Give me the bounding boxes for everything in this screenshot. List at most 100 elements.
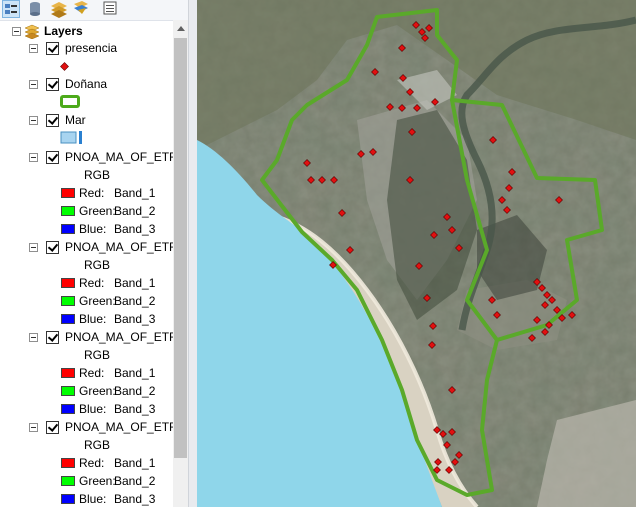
band-channel: Green: bbox=[79, 294, 116, 308]
renderer-label: RGB bbox=[84, 438, 111, 452]
band-row: Blue: Band_3 bbox=[0, 490, 173, 507]
visibility-checkbox[interactable] bbox=[46, 151, 59, 164]
visibility-checkbox[interactable] bbox=[46, 241, 59, 254]
band-channel: Green: bbox=[79, 474, 116, 488]
layer-donana[interactable]: Doñana bbox=[0, 75, 173, 93]
band-color-swatch bbox=[61, 368, 75, 378]
layer-label: PNOA_MA_OF_ETRS bbox=[65, 330, 186, 344]
layer-label: PNOA_MA_OF_ETRS bbox=[65, 420, 186, 434]
light-blue-fill-icon bbox=[60, 131, 82, 144]
list-by-selection-icon[interactable] bbox=[72, 0, 90, 18]
band-name: Band_1 bbox=[114, 366, 156, 380]
band-row: Blue: Band_3 bbox=[0, 220, 173, 238]
band-color-swatch bbox=[61, 494, 75, 504]
satellite-map-canvas bbox=[197, 0, 636, 507]
layer-label: Mar bbox=[65, 113, 86, 127]
layers-root-label: Layers bbox=[44, 24, 83, 38]
toc-toolbar bbox=[0, 0, 196, 21]
band-name: Band_2 bbox=[114, 204, 156, 218]
band-name: Band_3 bbox=[114, 492, 156, 506]
layer-label: PNOA_MA_OF_ETRS bbox=[65, 240, 186, 254]
options-icon[interactable] bbox=[102, 0, 120, 18]
band-channel: Blue: bbox=[79, 402, 107, 416]
scroll-up-arrow-icon[interactable] bbox=[173, 20, 188, 37]
red-diamond-icon bbox=[60, 62, 69, 71]
band-name: Band_3 bbox=[114, 402, 156, 416]
band-row: Blue: Band_3 bbox=[0, 310, 173, 328]
band-row: Green: Band_2 bbox=[0, 472, 173, 490]
band-color-swatch bbox=[61, 458, 75, 468]
layer-pnoa-2[interactable]: PNOA_MA_OF_ETRS bbox=[0, 238, 186, 256]
layer-presencia[interactable]: presencia bbox=[0, 39, 173, 57]
band-color-swatch bbox=[61, 224, 75, 234]
list-by-drawing-order-icon[interactable] bbox=[2, 0, 20, 18]
band-color-swatch bbox=[61, 278, 75, 288]
list-by-visibility-icon[interactable] bbox=[50, 0, 68, 18]
renderer-label-row: RGB bbox=[0, 256, 173, 274]
band-channel: Blue: bbox=[79, 492, 107, 506]
layer-mar[interactable]: Mar bbox=[0, 111, 173, 129]
band-channel: Red: bbox=[79, 276, 105, 290]
collapse-icon[interactable] bbox=[29, 423, 38, 432]
band-channel: Red: bbox=[79, 456, 105, 470]
visibility-checkbox[interactable] bbox=[46, 42, 59, 55]
band-name: Band_2 bbox=[114, 294, 156, 308]
layers-root-row[interactable]: Layers bbox=[0, 22, 173, 40]
band-channel: Red: bbox=[79, 366, 105, 380]
layer-label: presencia bbox=[65, 41, 118, 55]
collapse-icon[interactable] bbox=[29, 333, 38, 342]
band-color-swatch bbox=[61, 206, 75, 216]
collapse-icon[interactable] bbox=[29, 44, 38, 53]
band-name: Band_3 bbox=[114, 312, 156, 326]
presencia-symbol-row bbox=[0, 57, 173, 75]
layer-pnoa-4[interactable]: PNOA_MA_OF_ETRS bbox=[0, 418, 186, 436]
visibility-checkbox[interactable] bbox=[46, 421, 59, 434]
band-channel: Blue: bbox=[79, 312, 107, 326]
band-color-swatch bbox=[61, 314, 75, 324]
collapse-icon[interactable] bbox=[29, 243, 38, 252]
collapse-icon[interactable] bbox=[12, 27, 21, 36]
table-of-contents-panel: Layers presencia Doñana Mar PNOA_MA_OF_E… bbox=[0, 0, 196, 507]
band-row: Green: Band_2 bbox=[0, 292, 173, 310]
band-row: Red: Band_1 bbox=[0, 454, 173, 472]
band-color-swatch bbox=[61, 188, 75, 198]
visibility-checkbox[interactable] bbox=[46, 114, 59, 127]
band-row: Red: Band_1 bbox=[0, 364, 173, 382]
band-color-swatch bbox=[61, 476, 75, 486]
list-by-source-icon[interactable] bbox=[26, 0, 44, 18]
scroll-thumb[interactable] bbox=[174, 38, 187, 458]
donana-symbol-row bbox=[0, 93, 173, 111]
band-name: Band_1 bbox=[114, 276, 156, 290]
band-color-swatch bbox=[61, 404, 75, 414]
renderer-label-row: RGB bbox=[0, 166, 173, 184]
band-channel: Green: bbox=[79, 384, 116, 398]
band-row: Green: Band_2 bbox=[0, 382, 173, 400]
renderer-label: RGB bbox=[84, 258, 111, 272]
band-name: Band_1 bbox=[114, 186, 156, 200]
visibility-checkbox[interactable] bbox=[46, 78, 59, 91]
toc-vertical-scrollbar[interactable] bbox=[173, 20, 188, 507]
band-name: Band_2 bbox=[114, 474, 156, 488]
collapse-icon[interactable] bbox=[29, 116, 38, 125]
layer-pnoa-1[interactable]: PNOA_MA_OF_ETRS bbox=[0, 148, 186, 166]
band-name: Band_1 bbox=[114, 456, 156, 470]
layers-stack-icon bbox=[24, 24, 40, 39]
visibility-checkbox[interactable] bbox=[46, 331, 59, 344]
collapse-icon[interactable] bbox=[29, 153, 38, 162]
band-channel: Red: bbox=[79, 186, 105, 200]
band-channel: Green: bbox=[79, 204, 116, 218]
band-channel: Blue: bbox=[79, 222, 107, 236]
band-row: Red: Band_1 bbox=[0, 274, 173, 292]
renderer-label: RGB bbox=[84, 168, 111, 182]
collapse-icon[interactable] bbox=[29, 80, 38, 89]
layer-pnoa-3[interactable]: PNOA_MA_OF_ETRS bbox=[0, 328, 186, 346]
band-color-swatch bbox=[61, 386, 75, 396]
band-row: Blue: Band_3 bbox=[0, 400, 173, 418]
band-row: Green: Band_2 bbox=[0, 202, 173, 220]
map-view[interactable] bbox=[197, 0, 636, 507]
green-outline-polygon-icon bbox=[60, 95, 80, 108]
renderer-label-row: RGB bbox=[0, 346, 173, 364]
layer-label: PNOA_MA_OF_ETRS bbox=[65, 150, 186, 164]
band-name: Band_2 bbox=[114, 384, 156, 398]
band-name: Band_3 bbox=[114, 222, 156, 236]
